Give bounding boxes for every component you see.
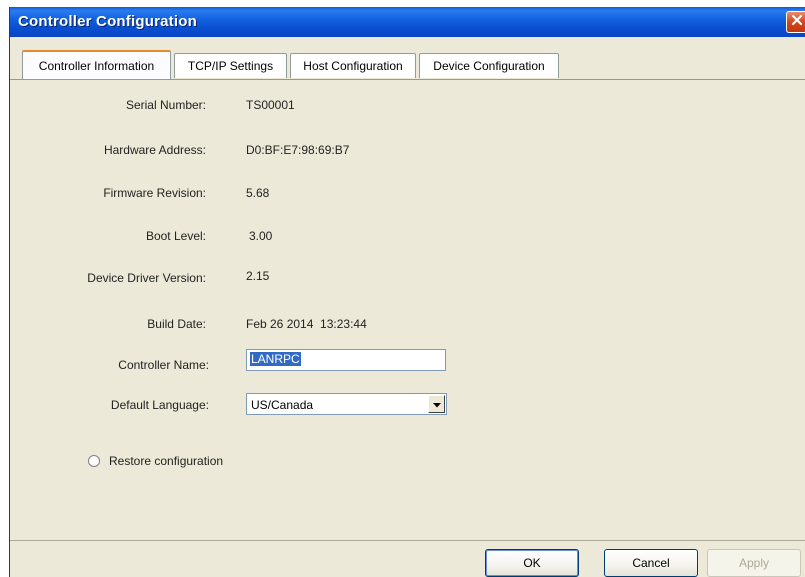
hardware-address-label: Hardware Address: — [103, 143, 206, 157]
build-date-value: Feb 26 2014 13:23:44 — [246, 317, 367, 331]
chevron-down-icon — [432, 397, 441, 411]
default-language-select[interactable]: US/Canada — [246, 393, 447, 415]
restore-configuration-label: Restore configuration — [109, 454, 224, 468]
ok-button[interactable]: OK — [485, 549, 579, 577]
tab-host-configuration[interactable]: Host Configuration — [290, 53, 416, 78]
controller-name-text: LANRPC — [250, 352, 301, 366]
title-bar[interactable]: Controller Configuration — [10, 7, 805, 37]
close-button[interactable] — [786, 11, 805, 33]
boot-level-label: Boot Level: — [145, 229, 206, 243]
serial-number-label: Serial Number: — [125, 98, 206, 112]
boot-level-value: 3.00 — [249, 229, 273, 243]
device-driver-version-value: 2.15 — [246, 269, 270, 283]
controller-name-input[interactable]: LANRPC — [246, 349, 446, 371]
device-driver-version-label: Device Driver Version: — [87, 271, 206, 285]
close-icon — [791, 13, 803, 31]
controller-name-label: Controller Name: — [118, 358, 209, 372]
dropdown-button[interactable] — [428, 395, 445, 413]
tab-tcpip-settings[interactable]: TCP/IP Settings — [174, 53, 287, 78]
button-bar: OK Cancel Apply — [10, 540, 805, 577]
firmware-revision-label: Firmware Revision: — [103, 186, 206, 200]
tab-strip: Controller Information TCP/IP Settings H… — [10, 50, 805, 80]
cancel-button[interactable]: Cancel — [604, 549, 698, 577]
restore-configuration-option[interactable]: Restore configuration — [88, 453, 223, 469]
firmware-revision-value: 5.68 — [246, 186, 270, 200]
tab-device-configuration[interactable]: Device Configuration — [419, 53, 559, 78]
window-title: Controller Configuration — [18, 13, 197, 30]
default-language-label: Default Language: — [110, 398, 209, 412]
apply-button[interactable]: Apply — [707, 549, 801, 577]
tab-controller-information[interactable]: Controller Information — [22, 50, 171, 79]
restore-configuration-radio[interactable] — [88, 455, 100, 467]
hardware-address-value: D0:BF:E7:98:69:B7 — [246, 143, 350, 157]
build-date-label: Build Date: — [147, 317, 206, 331]
serial-number-value: TS00001 — [246, 98, 295, 112]
default-language-value: US/Canada — [251, 398, 314, 412]
controller-configuration-dialog: Controller Configuration Controller Info… — [9, 7, 805, 577]
